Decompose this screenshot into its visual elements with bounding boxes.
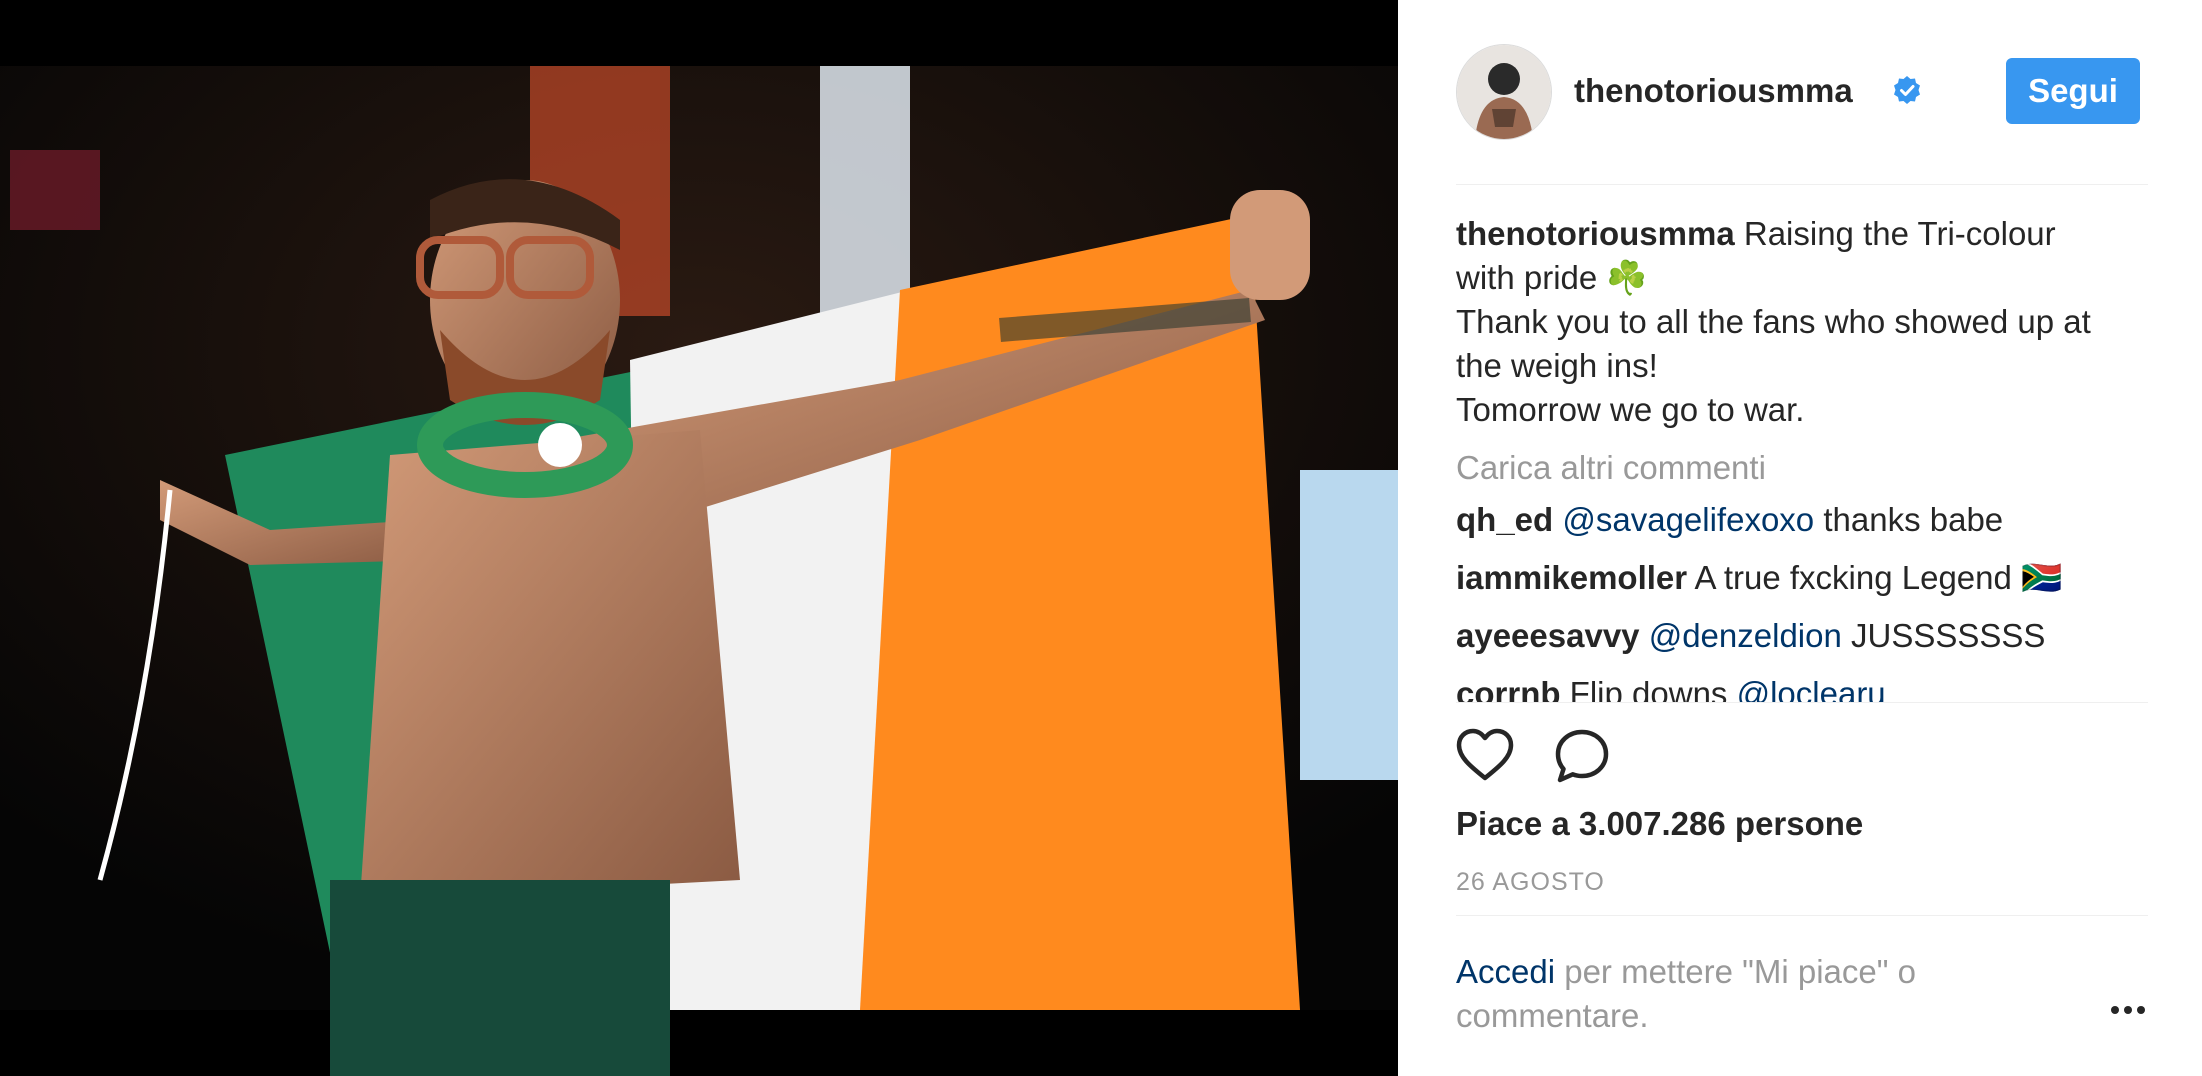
comment-text: Flip downs (1560, 675, 1737, 702)
more-options-icon[interactable] (2108, 1000, 2148, 1020)
comment-username[interactable]: ayeeesavvy (1456, 617, 1640, 654)
footer-divider (1456, 915, 2148, 916)
caption-username[interactable]: thenotoriousmma (1456, 215, 1735, 252)
comment-username[interactable]: iammikemoller (1456, 559, 1687, 596)
post-date[interactable]: 26 AGOSTO (1456, 868, 1605, 897)
avatar[interactable] (1456, 44, 1552, 140)
avatar-image (1457, 45, 1551, 139)
comment-text: A true fxcking Legend 🇿🇦 (1687, 559, 2063, 596)
comment-bubble-icon[interactable] (1554, 728, 1610, 789)
verified-badge-icon (1894, 76, 1920, 104)
login-link[interactable]: Accedi (1456, 953, 1555, 990)
login-prompt: Accedi per mettere "Mi piace" o commenta… (1456, 950, 2056, 1038)
caption-line-5: Tomorrow we go to war. (1456, 391, 1805, 428)
header-divider (1456, 184, 2148, 185)
caption-line-3: Thank you to all the fans who showed up … (1456, 303, 2091, 340)
comment-item: ayeeesavvy @denzeldion JUSSSSSSS (1456, 614, 2148, 658)
caption: thenotoriousmma Raising the Tri-colour w… (1456, 212, 2148, 432)
follow-button[interactable]: Segui (2006, 58, 2140, 124)
comment-text: thanks babe (1814, 501, 2004, 538)
photo-illustration (0, 0, 1398, 1076)
post-photo[interactable] (0, 0, 1398, 1076)
post-header: thenotoriousmma Segui (1456, 44, 2140, 140)
comment-item: iammikemoller A true fxcking Legend 🇿🇦 (1456, 556, 2148, 600)
comment-username[interactable]: corrnb (1456, 675, 1561, 702)
comment-item: qh_ed @savagelifexoxo thanks babe (1456, 498, 2148, 542)
heart-icon[interactable] (1456, 728, 1514, 787)
username[interactable]: thenotoriousmma (1574, 72, 1853, 110)
comment-mention[interactable]: @denzeldion (1649, 617, 1842, 654)
comments-list[interactable]: thenotoriousmma Raising the Tri-colour w… (1456, 212, 2148, 702)
likes-count[interactable]: Piace a 3.007.286 persone (1456, 805, 1863, 843)
comment-text: JUSSSSSSS (1841, 617, 2046, 654)
comment-mention[interactable]: @loclearu (1737, 675, 1886, 702)
caption-line-2: with pride ☘️ (1456, 259, 1648, 296)
caption-line-4: the weigh ins! (1456, 347, 1658, 384)
comment-item: corrnb Flip downs @loclearu (1456, 672, 2148, 702)
load-more-comments-link[interactable]: Carica altri commenti (1456, 446, 2148, 490)
comment-mention[interactable]: @savagelifexoxo (1562, 501, 1814, 538)
post-sidebar: thenotoriousmma Segui thenotoriousmma Ra… (1398, 0, 2202, 1076)
caption-line-1: Raising the Tri-colour (1743, 215, 2056, 252)
comment-username[interactable]: qh_ed (1456, 501, 1553, 538)
comments-divider (1456, 702, 2148, 703)
